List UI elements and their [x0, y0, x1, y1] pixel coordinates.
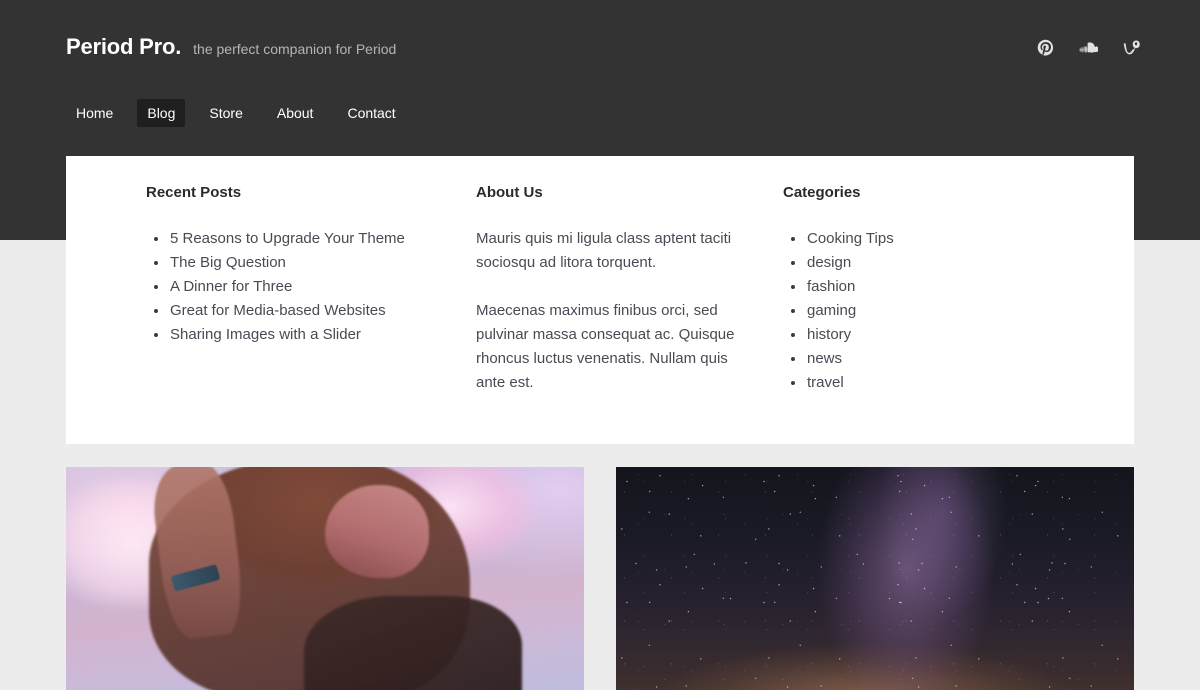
about-paragraph: Maecenas maximus finibus orci, sed pulvi… — [476, 302, 735, 391]
face-shape — [325, 484, 429, 579]
widget-about-us: About Us Mauris quis mi ligula class apt… — [476, 156, 761, 444]
widget-categories: Categories Cooking Tips design fashion g… — [783, 156, 1023, 444]
main-navigation: Home Blog Store About Contact — [66, 99, 420, 127]
list-item[interactable]: Cooking Tips — [783, 227, 1023, 251]
list-item[interactable]: gaming — [783, 299, 1023, 323]
site-tagline: the perfect companion for Period — [193, 41, 397, 57]
brand[interactable]: Period Pro. the perfect companion for Pe… — [66, 34, 396, 60]
photo-woman-sunset-sky[interactable] — [66, 467, 584, 690]
list-item[interactable]: design — [783, 251, 1023, 275]
widget-title-about-us: About Us — [476, 184, 543, 201]
list-item[interactable]: fashion — [783, 275, 1023, 299]
soundcloud-icon[interactable] — [1077, 36, 1099, 58]
nav-item-about[interactable]: About — [267, 99, 324, 127]
photo-grid — [66, 467, 1134, 690]
widget-title-categories: Categories — [783, 184, 861, 201]
social-links — [1034, 36, 1142, 58]
shoulder-shape — [304, 596, 522, 690]
pinterest-icon[interactable] — [1034, 36, 1056, 58]
nav-item-store[interactable]: Store — [199, 99, 252, 127]
site-logo: Period Pro. — [66, 34, 182, 59]
list-item[interactable]: A Dinner for Three — [146, 275, 454, 299]
widget-title-recent-posts: Recent Posts — [146, 184, 242, 201]
nav-item-home[interactable]: Home — [66, 99, 123, 127]
list-item[interactable]: Great for Media-based Websites — [146, 299, 454, 323]
categories-list: Cooking Tips design fashion gaming histo… — [783, 227, 1023, 395]
list-item[interactable]: history — [783, 323, 1023, 347]
list-item[interactable]: The Big Question — [146, 251, 454, 275]
recent-posts-list: 5 Reasons to Upgrade Your Theme The Big … — [146, 227, 454, 347]
widget-recent-posts: Recent Posts 5 Reasons to Upgrade Your T… — [146, 156, 454, 444]
list-item[interactable]: 5 Reasons to Upgrade Your Theme — [146, 227, 454, 251]
photo-milky-way-stars[interactable] — [616, 467, 1134, 690]
about-paragraph: Mauris quis mi ligula class aptent tacit… — [476, 230, 732, 271]
page-root: Period Pro. the perfect companion for Pe… — [0, 0, 1200, 690]
nav-item-blog[interactable]: Blog — [137, 99, 186, 127]
vine-icon[interactable] — [1120, 36, 1142, 58]
widget-panel: Recent Posts 5 Reasons to Upgrade Your T… — [66, 156, 1134, 444]
list-item[interactable]: news — [783, 347, 1023, 371]
list-item[interactable]: travel — [783, 371, 1023, 395]
list-item[interactable]: Sharing Images with a Slider — [146, 323, 454, 347]
nav-item-contact[interactable]: Contact — [337, 99, 405, 127]
star-layer-fine — [616, 467, 1134, 690]
